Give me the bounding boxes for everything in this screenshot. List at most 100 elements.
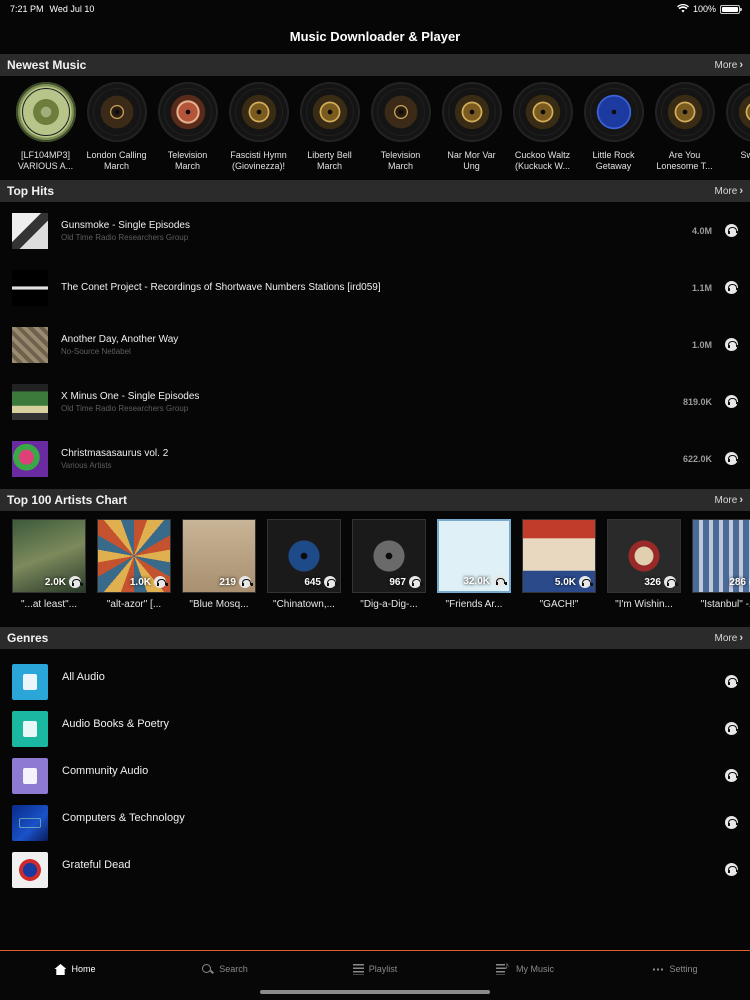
- artist-badge: 326: [644, 576, 678, 588]
- artist-count: 326: [644, 576, 661, 588]
- headphone-icon[interactable]: [725, 675, 739, 688]
- section-title: Newest Music: [7, 58, 87, 72]
- artist-item[interactable]: 1.0K "alt-azor" [...: [97, 519, 171, 627]
- top-hit-row[interactable]: X Minus One - Single Episodes Old Time Ra…: [0, 373, 750, 430]
- artist-name: "...at least"...: [20, 599, 77, 610]
- artist-cover: 2.0K: [12, 519, 86, 593]
- section-header-top-hits: Top Hits More ›: [0, 180, 750, 202]
- artist-cover: 32.0K: [437, 519, 511, 593]
- hit-subtitle: No-Source Netlabel: [61, 346, 131, 356]
- record-item[interactable]: [LF104MP3] VARIOUS A...: [15, 82, 76, 180]
- headphone-icon[interactable]: [725, 769, 739, 782]
- tab-label: Setting: [669, 964, 698, 974]
- record-item[interactable]: Swee...: [725, 82, 750, 180]
- genre-row[interactable]: Audio Books & Poetry: [0, 705, 750, 752]
- hit-thumbnail: [12, 326, 48, 363]
- artist-item[interactable]: 219 "Blue Mosq...: [182, 519, 256, 627]
- record-item[interactable]: Fascisti Hymn (Giovinezza)!: [228, 82, 289, 180]
- top-hit-row[interactable]: Christmasasaurus vol. 2 Various Artists 6…: [0, 430, 750, 487]
- record-item[interactable]: Liberty Bell March: [299, 82, 360, 180]
- section-header-genres: Genres More ›: [0, 627, 750, 649]
- tab-home[interactable]: Home: [0, 951, 150, 1000]
- battery-icon: [720, 4, 742, 14]
- record-item[interactable]: Television March: [157, 82, 218, 180]
- headphone-icon: [409, 576, 423, 588]
- hit-listen-count: 4.0M: [691, 225, 712, 236]
- record-cover: [228, 82, 289, 142]
- headphone-icon[interactable]: [725, 281, 739, 294]
- artist-item[interactable]: 2.0K "...at least"...: [12, 519, 86, 627]
- record-item[interactable]: Cuckoo Waltz (Kuckuck W...: [512, 82, 573, 180]
- record-label: Television March: [380, 150, 421, 171]
- record-cover: [441, 82, 502, 142]
- artist-count: 286: [729, 576, 746, 588]
- headphone-icon[interactable]: [725, 395, 739, 408]
- artist-badge: 5.0K: [555, 576, 593, 588]
- top-hit-row[interactable]: The Conet Project - Recordings of Shortw…: [0, 259, 750, 316]
- circuit-icon: [12, 804, 48, 841]
- more-dots-icon: [652, 968, 665, 971]
- artist-item[interactable]: 286 "Istanbul" -...: [692, 519, 750, 627]
- record-label: Fascisti Hymn (Giovinezza)!: [230, 150, 287, 171]
- record-label: Liberty Bell March: [307, 150, 352, 171]
- tab-label: Search: [219, 964, 248, 974]
- more-button-artists[interactable]: More ›: [715, 494, 743, 506]
- record-item[interactable]: Are You Lonesome T...: [654, 82, 715, 180]
- headphone-icon[interactable]: [725, 722, 739, 735]
- artist-name: "GACH!": [539, 599, 579, 610]
- artist-item[interactable]: 645 "Chinatown,...: [267, 519, 341, 627]
- genre-row[interactable]: Computers & Technology: [0, 799, 750, 846]
- section-header-artists: Top 100 Artists Chart More ›: [0, 489, 750, 511]
- artist-item[interactable]: 5.0K "GACH!": [522, 519, 596, 627]
- top-hit-row[interactable]: Gunsmoke - Single Episodes Old Time Radio…: [0, 202, 750, 259]
- record-label: [LF104MP3] VARIOUS A...: [17, 150, 74, 171]
- record-label: Nar Mor Var Ung: [447, 150, 496, 171]
- artists-row[interactable]: 2.0K "...at least"... 1.0K "alt-azor" [...…: [0, 511, 750, 627]
- artist-name: "Blue Mosq...: [189, 599, 249, 610]
- artist-item[interactable]: 32.0K "Friends Ar...: [437, 519, 511, 627]
- record-item[interactable]: London Calling March: [86, 82, 147, 180]
- record-item[interactable]: Television March: [370, 82, 431, 180]
- headphone-icon[interactable]: [725, 863, 739, 876]
- record-cover: [725, 82, 750, 142]
- headphone-icon[interactable]: [725, 224, 739, 237]
- genres-list: All Audio Audio Books & Poetry Community…: [0, 649, 750, 893]
- artist-name: "alt-azor" [...: [106, 599, 162, 610]
- hit-title: The Conet Project - Recordings of Shortw…: [61, 282, 381, 293]
- headphone-icon: [493, 575, 507, 587]
- record-label: Little Rock Getaway: [592, 150, 635, 171]
- genre-row[interactable]: All Audio: [0, 658, 750, 705]
- genre-row[interactable]: Community Audio: [0, 752, 750, 799]
- newest-music-row[interactable]: [LF104MP3] VARIOUS A... London Calling M…: [0, 76, 750, 180]
- record-item[interactable]: Little Rock Getaway: [583, 82, 644, 180]
- artist-item[interactable]: 967 "Dig-a-Dig-...: [352, 519, 426, 627]
- top-hit-row[interactable]: Another Day, Another Way No-Source Netlab…: [0, 316, 750, 373]
- headphone-icon[interactable]: [725, 816, 739, 829]
- more-button-top-hits[interactable]: More ›: [715, 185, 743, 197]
- artist-badge: 645: [304, 576, 338, 588]
- hit-title: X Minus One - Single Episodes: [61, 390, 200, 402]
- headphone-icon[interactable]: [725, 338, 739, 351]
- more-button-genres[interactable]: More ›: [715, 632, 743, 644]
- tab-setting[interactable]: Setting: [600, 951, 750, 1000]
- artist-count: 219: [219, 576, 236, 588]
- hit-text: X Minus One - Single Episodes Old Time Ra…: [61, 391, 683, 413]
- artist-cover: 645: [267, 519, 341, 593]
- battery-percent: 100%: [692, 4, 716, 14]
- tab-label: My Music: [516, 964, 554, 974]
- headphone-icon[interactable]: [725, 452, 739, 465]
- status-date: Wed Jul 10: [49, 4, 95, 14]
- record-label: Are You Lonesome T...: [656, 150, 713, 171]
- community-icon: [12, 757, 48, 794]
- book-icon: [12, 710, 48, 747]
- record-item[interactable]: Nar Mor Var Ung: [441, 82, 502, 180]
- chevron-right-icon: ›: [739, 632, 743, 644]
- artist-item[interactable]: 326 "I'm Wishin...: [607, 519, 681, 627]
- artist-name: "Chinatown,...: [273, 599, 335, 610]
- genre-row[interactable]: Grateful Dead: [0, 846, 750, 893]
- hit-text: The Conet Project - Recordings of Shortw…: [61, 282, 692, 293]
- artist-cover: 5.0K: [522, 519, 596, 593]
- artist-name: "Friends Ar...: [445, 599, 503, 610]
- more-button-newest[interactable]: More ›: [715, 59, 743, 71]
- status-time: 7:21 PM: [10, 4, 44, 14]
